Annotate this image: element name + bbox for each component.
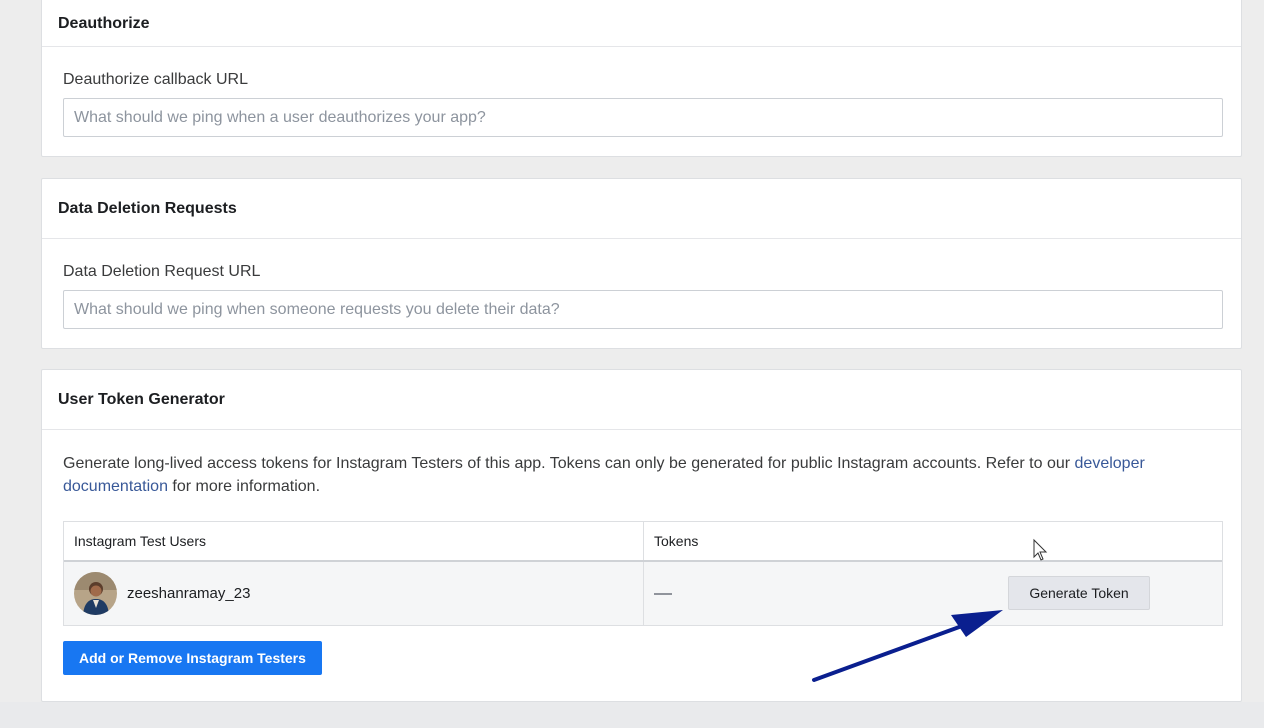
column-header-test-users: Instagram Test Users (64, 522, 644, 560)
deauthorize-card: Deauthorize Deauthorize callback URL (41, 0, 1242, 157)
table-row: zeeshanramay_23 Generate Token (64, 562, 1222, 625)
deauthorize-callback-label: Deauthorize callback URL (63, 71, 248, 88)
empty-token-dash (654, 592, 672, 595)
column-header-tokens: Tokens (654, 533, 699, 549)
token-cell: Generate Token (644, 562, 1222, 625)
user-avatar (74, 572, 117, 615)
data-deletion-card: Data Deletion Requests Data Deletion Req… (41, 178, 1242, 349)
page-bottom-area (0, 702, 1264, 728)
test-user-cell: zeeshanramay_23 (64, 562, 644, 625)
user-token-generator-card: User Token Generator Generate long-lived… (41, 369, 1242, 702)
data-deletion-title: Data Deletion Requests (42, 179, 1241, 239)
user-token-generator-title: User Token Generator (42, 370, 1241, 430)
test-user-username: zeeshanramay_23 (127, 585, 251, 602)
generate-token-button[interactable]: Generate Token (1008, 576, 1150, 610)
deauthorize-title: Deauthorize (42, 0, 1241, 47)
instagram-testers-table: Instagram Test Users Tokens zeeshanramay… (63, 521, 1223, 626)
data-deletion-url-label: Data Deletion Request URL (63, 263, 261, 280)
deauthorize-callback-input[interactable] (63, 98, 1223, 137)
add-remove-testers-button[interactable]: Add or Remove Instagram Testers (63, 641, 322, 675)
description-text: Generate long-lived access tokens for In… (63, 455, 1075, 472)
data-deletion-url-input[interactable] (63, 290, 1223, 329)
description-text-end: for more information. (167, 478, 321, 495)
table-header-row: Instagram Test Users Tokens (64, 522, 1222, 562)
token-generator-description: Generate long-lived access tokens for In… (63, 452, 1223, 498)
